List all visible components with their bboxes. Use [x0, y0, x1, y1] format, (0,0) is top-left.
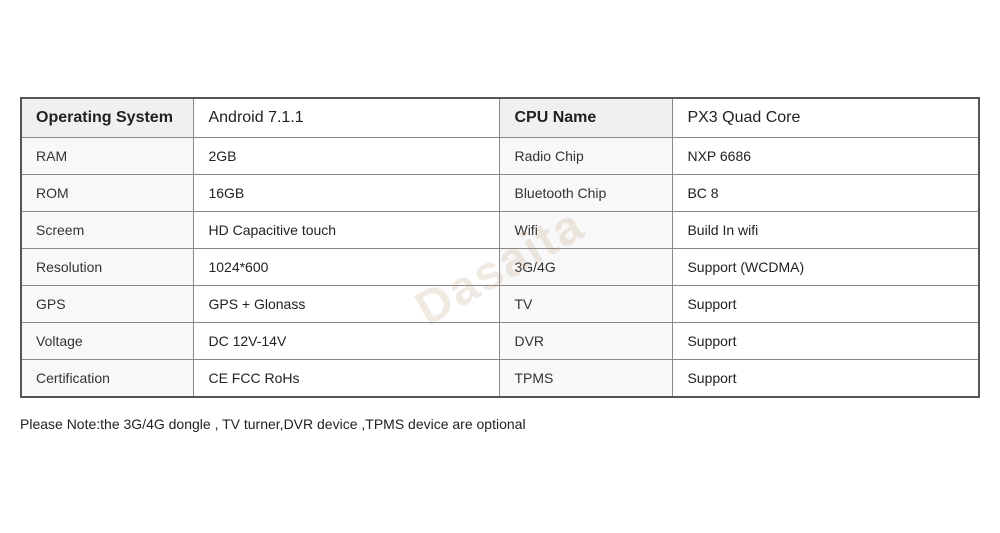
row-1-right-value: BC 8	[673, 175, 979, 212]
row-2-right-label: Wifi	[500, 212, 673, 249]
row-3-left-label: Resolution	[21, 249, 194, 286]
row-5-right-value: Support	[673, 323, 979, 360]
table-row: ROM16GBBluetooth ChipBC 8	[21, 175, 979, 212]
cpu-value-header: PX3 Quad Core	[673, 98, 979, 138]
note-text: Please Note:the 3G/4G dongle , TV turner…	[20, 412, 980, 436]
row-4-left-label: GPS	[21, 286, 194, 323]
table-row: Resolution1024*6003G/4GSupport (WCDMA)	[21, 249, 979, 286]
row-0-left-label: RAM	[21, 138, 194, 175]
row-0-right-value: NXP 6686	[673, 138, 979, 175]
table-row: GPSGPS + GlonassTVSupport	[21, 286, 979, 323]
spec-container: Dasaita Operating System Android 7.1.1 C…	[20, 97, 980, 436]
table-row: RAM2GBRadio ChipNXP 6686	[21, 138, 979, 175]
row-0-right-label: Radio Chip	[500, 138, 673, 175]
row-3-right-label: 3G/4G	[500, 249, 673, 286]
row-4-right-value: Support	[673, 286, 979, 323]
row-2-left-value: HD Capacitive touch	[194, 212, 500, 249]
row-1-left-value: 16GB	[194, 175, 500, 212]
row-4-left-value: GPS + Glonass	[194, 286, 500, 323]
row-6-left-label: Certification	[21, 360, 194, 398]
table-row: VoltageDC 12V-14VDVRSupport	[21, 323, 979, 360]
row-1-right-label: Bluetooth Chip	[500, 175, 673, 212]
row-6-right-label: TPMS	[500, 360, 673, 398]
row-5-right-label: DVR	[500, 323, 673, 360]
row-6-left-value: CE FCC RoHs	[194, 360, 500, 398]
row-2-left-label: Screem	[21, 212, 194, 249]
spec-table: Operating System Android 7.1.1 CPU Name …	[20, 97, 980, 398]
row-5-left-value: DC 12V-14V	[194, 323, 500, 360]
row-1-left-label: ROM	[21, 175, 194, 212]
row-2-right-value: Build In wifi	[673, 212, 979, 249]
table-row: CertificationCE FCC RoHsTPMSSupport	[21, 360, 979, 398]
cpu-label-header: CPU Name	[500, 98, 673, 138]
header-row: Operating System Android 7.1.1 CPU Name …	[21, 98, 979, 138]
row-6-right-value: Support	[673, 360, 979, 398]
os-value-header: Android 7.1.1	[194, 98, 500, 138]
os-label-header: Operating System	[21, 98, 194, 138]
row-5-left-label: Voltage	[21, 323, 194, 360]
row-3-right-value: Support (WCDMA)	[673, 249, 979, 286]
row-4-right-label: TV	[500, 286, 673, 323]
row-0-left-value: 2GB	[194, 138, 500, 175]
table-row: ScreemHD Capacitive touchWifiBuild In wi…	[21, 212, 979, 249]
row-3-left-value: 1024*600	[194, 249, 500, 286]
